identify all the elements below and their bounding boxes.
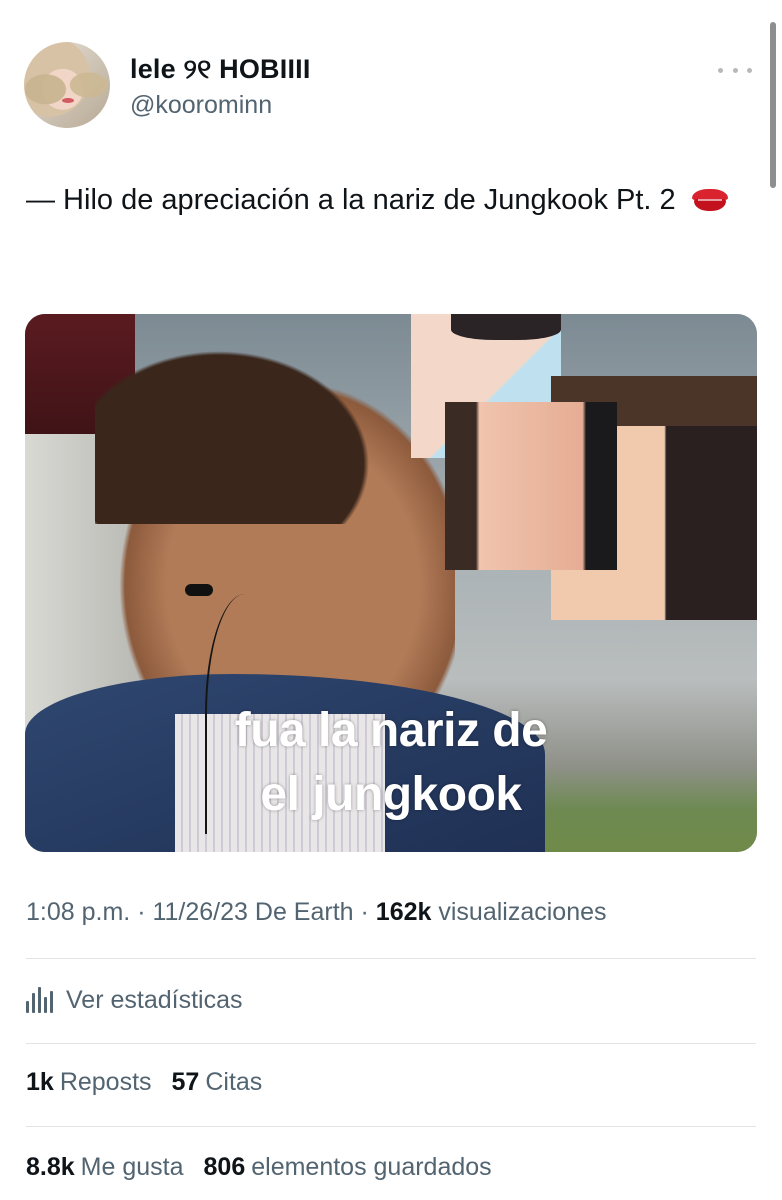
avatar[interactable] bbox=[24, 42, 110, 128]
reposts-quotes-row: 1k Reposts 57 Citas bbox=[26, 1068, 282, 1097]
bookmarks-count[interactable]: 806 bbox=[204, 1153, 246, 1182]
tweet-meta: 1:08 p.m. · 11/26/23 De Earth · 162k vis… bbox=[26, 898, 766, 927]
views-label: visualizaciones bbox=[438, 898, 607, 926]
quotes-count[interactable]: 57 bbox=[172, 1068, 200, 1097]
tweet-image[interactable]: fua la nariz de el jungkook bbox=[25, 314, 757, 852]
divider bbox=[26, 1043, 756, 1044]
image-man-hair bbox=[95, 324, 405, 524]
analytics-icon bbox=[26, 987, 54, 1013]
meta-separator: · bbox=[137, 898, 153, 926]
tweet-text: — Hilo de apreciación a la nariz de Jung… bbox=[26, 180, 756, 220]
more-options-icon[interactable] bbox=[718, 60, 752, 80]
meme-caption-line-2: el jungkook bbox=[260, 768, 522, 821]
tweet-time[interactable]: 1:08 p.m. bbox=[26, 898, 130, 926]
image-earbud bbox=[185, 584, 213, 596]
collage-photo-2 bbox=[445, 402, 617, 570]
view-stats-link[interactable]: Ver estadísticas bbox=[26, 978, 242, 1022]
quotes-label[interactable]: Citas bbox=[205, 1068, 262, 1097]
likes-bookmarks-row: 8.8k Me gusta 806 elementos guardados bbox=[26, 1153, 512, 1182]
reposts-count[interactable]: 1k bbox=[26, 1068, 54, 1097]
tweet-date[interactable]: 11/26/23 bbox=[152, 898, 247, 926]
meme-caption: fua la nariz de el jungkook bbox=[25, 700, 757, 826]
divider bbox=[26, 958, 756, 959]
view-stats-label: Ver estadísticas bbox=[66, 985, 243, 1014]
bookmarks-label[interactable]: elementos guardados bbox=[251, 1153, 491, 1182]
tweet-source: De Earth bbox=[254, 898, 354, 926]
views-count: 162k bbox=[375, 898, 432, 926]
user-handle[interactable]: @koorominn bbox=[130, 91, 272, 120]
avatar-lips bbox=[62, 98, 74, 103]
tweet-header: lele ୨୧ HOBIIII @koorominn bbox=[24, 42, 764, 128]
likes-count[interactable]: 8.8k bbox=[26, 1153, 75, 1182]
scrollbar[interactable] bbox=[770, 22, 776, 188]
likes-label[interactable]: Me gusta bbox=[81, 1153, 184, 1182]
reposts-label[interactable]: Reposts bbox=[60, 1068, 152, 1097]
divider bbox=[26, 1126, 756, 1127]
avatar-hair bbox=[24, 42, 110, 128]
display-name[interactable]: lele ୨୧ HOBIIII bbox=[130, 54, 311, 86]
kiss-mark-icon bbox=[691, 189, 728, 211]
tweet-body: — Hilo de apreciación a la nariz de Jung… bbox=[26, 184, 676, 216]
meta-separator: · bbox=[360, 898, 376, 926]
meme-caption-line-1: fua la nariz de bbox=[234, 704, 548, 757]
